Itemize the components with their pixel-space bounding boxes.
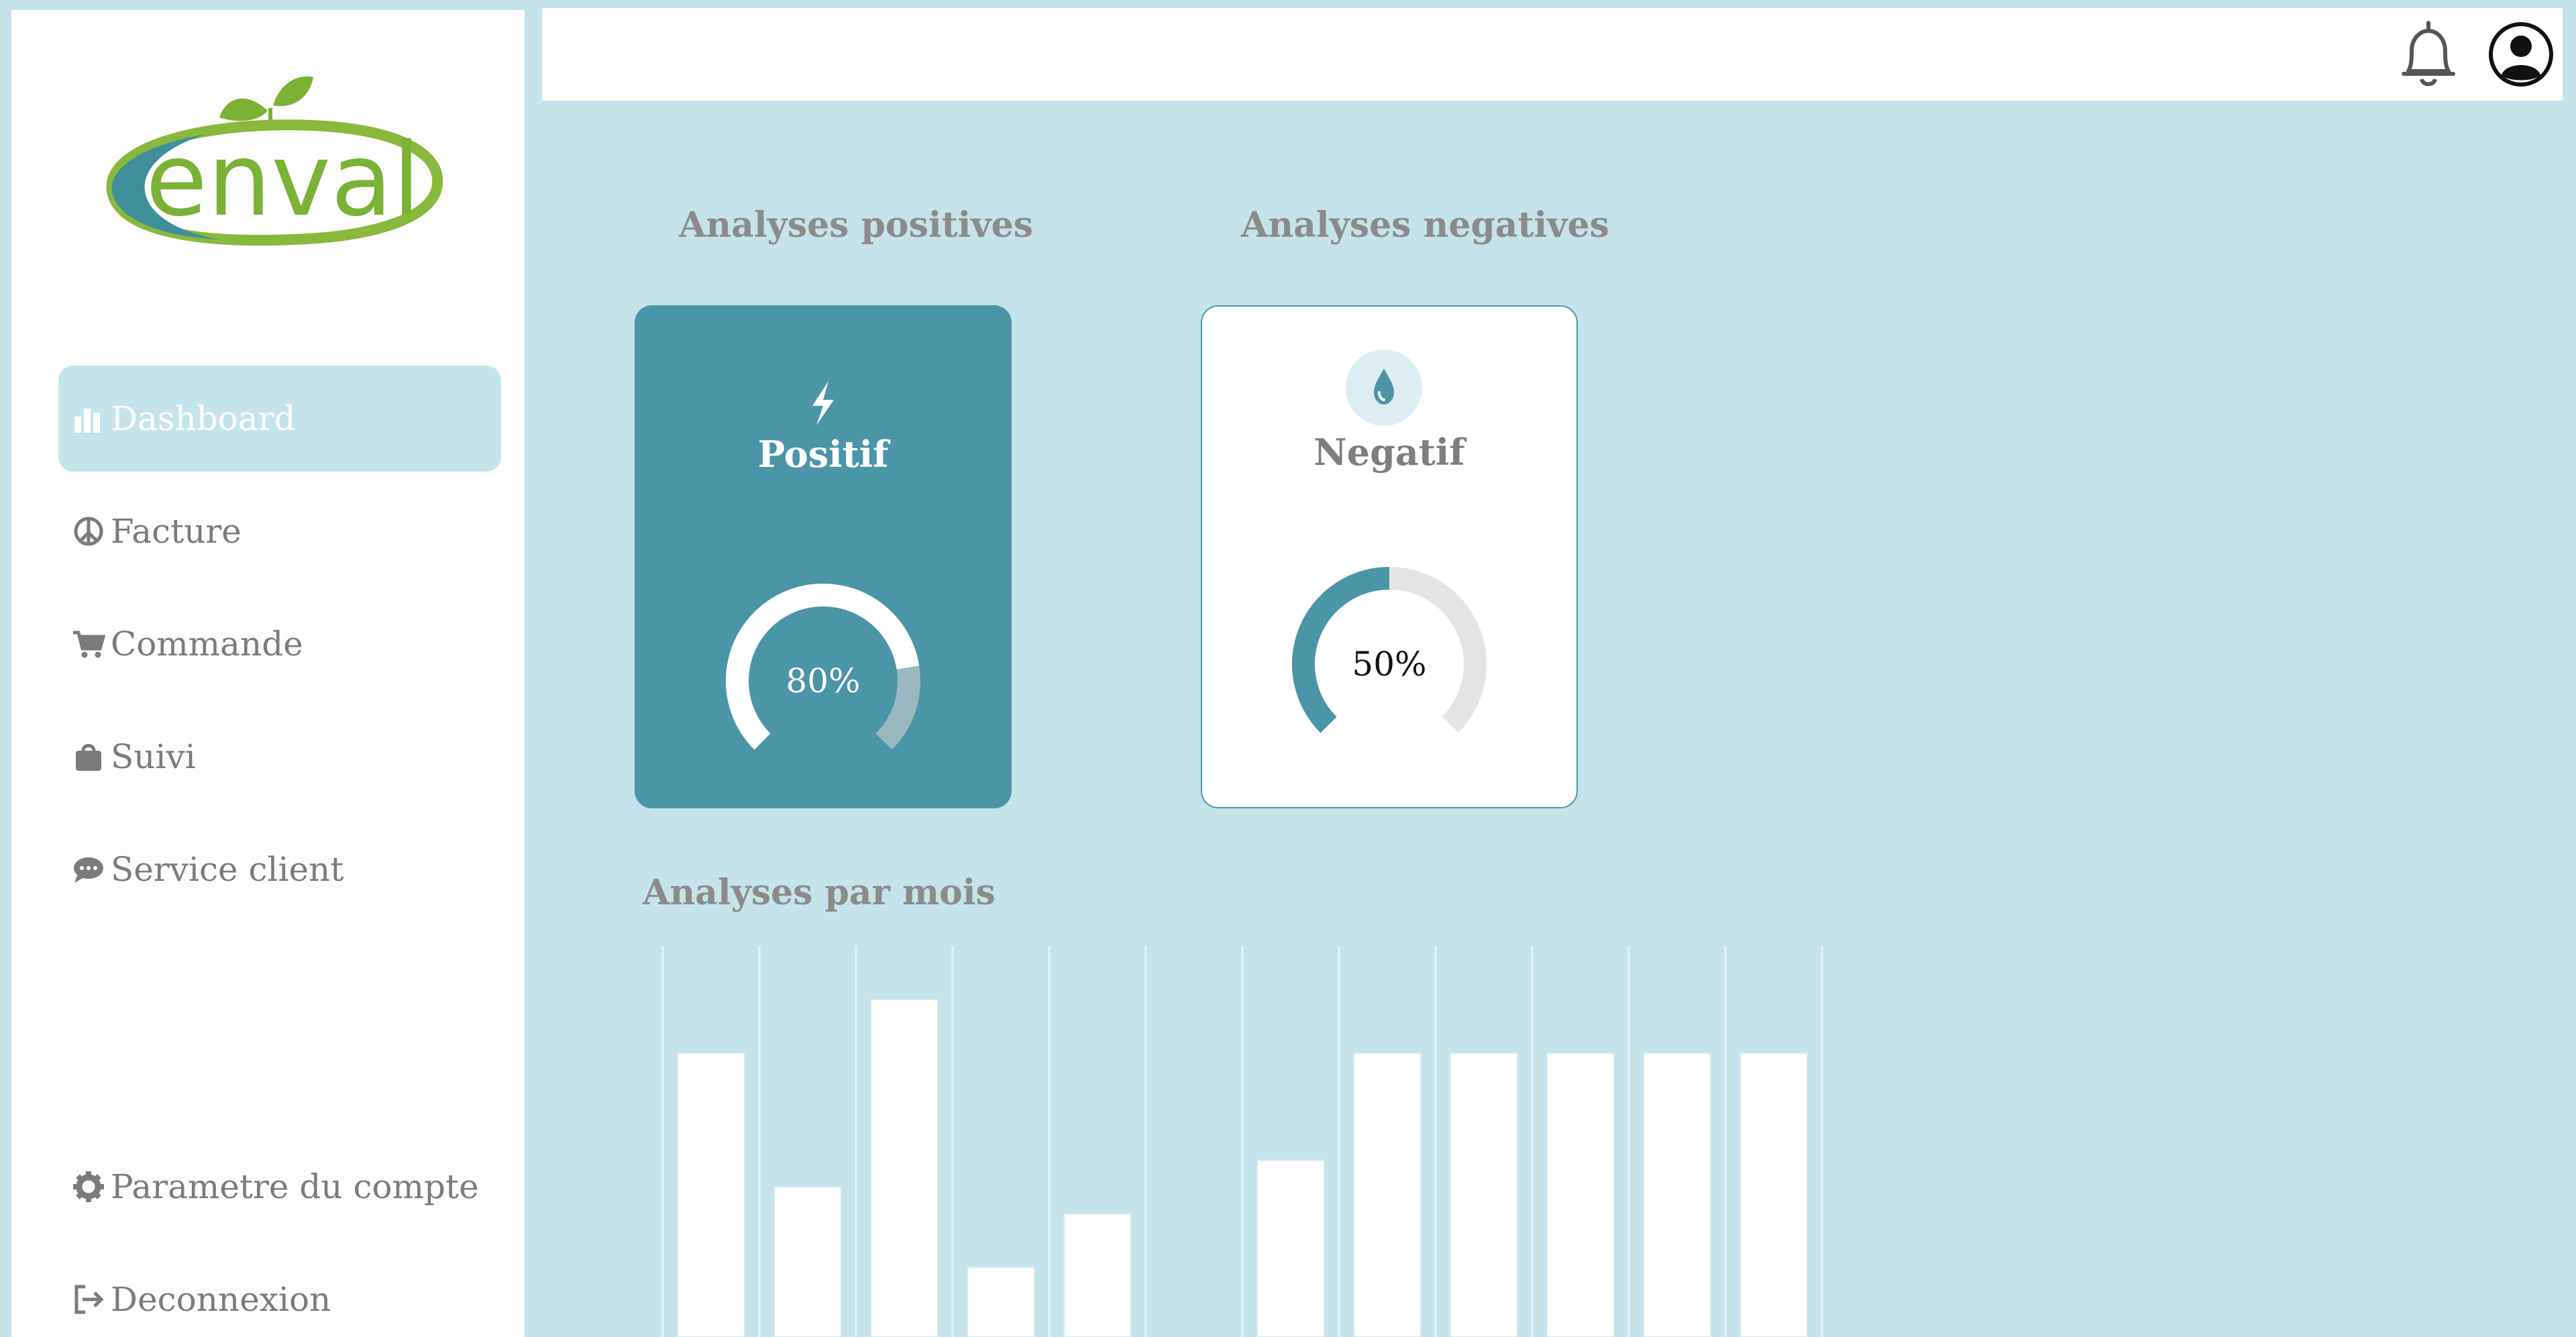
positive-gauge: 80% [702,560,944,802]
chart-bar[interactable] [677,1052,745,1337]
chart-bar[interactable] [1256,1159,1325,1337]
peace-icon [74,517,103,546]
user-avatar-icon[interactable] [2484,17,2558,91]
nav-item-facture[interactable]: Facture [58,478,501,584]
cart-icon [73,631,105,658]
bag-icon [76,744,101,771]
negative-analyses-heading: Analyses negatives [1241,205,1609,246]
logout-icon [74,1285,104,1314]
monthly-analyses-heading: Analyses par mois [643,872,996,913]
nav-label-suivi: Suivi [111,737,196,776]
sidebar: enval Dashboard Facture Commande Suivi S… [11,10,525,1337]
chart-bar[interactable] [967,1267,1035,1337]
nav-label-facture: Facture [111,512,241,551]
nav-label-logout: Deconnexion [111,1280,331,1319]
nav-label-service-client: Service client [111,850,344,889]
droplet-icon-badge [1346,350,1422,426]
chart-bar[interactable] [1739,1052,1808,1337]
chart-bar[interactable] [773,1186,842,1337]
droplet-icon [1374,368,1394,405]
nav-item-suivi[interactable]: Suivi [58,704,501,810]
bar-chart-icon [74,409,100,433]
chart-bar[interactable] [1643,1052,1711,1337]
negative-card-title: Negatif [1313,431,1465,474]
positive-card-title: Positif [757,433,889,476]
nav-item-logout[interactable]: Deconnexion [58,1250,501,1337]
logo-wordmark: enval [146,122,421,239]
chart-bar[interactable] [1450,1052,1518,1337]
negative-gauge: 50% [1269,543,1510,785]
nav-item-service-client[interactable]: Service client [58,816,501,922]
enval-logo[interactable]: enval [92,64,461,265]
top-bar [542,8,2563,101]
positive-gauge-percent: 80% [786,661,861,700]
nav-item-account-settings[interactable]: Parametre du compte [58,1137,501,1236]
logo-leaf-left [219,98,268,121]
monthly-bar-chart-svg [661,946,1823,1337]
app-root: enval Dashboard Facture Commande Suivi S… [0,0,2576,1337]
nav-item-dashboard[interactable]: Dashboard [58,366,501,472]
account-nav: Parametre du compte Deconnexion [58,1137,501,1337]
chart-bar[interactable] [1546,1052,1615,1337]
bolt-icon [812,381,834,425]
chart-bar[interactable] [1353,1052,1421,1337]
negative-gauge-percent: 50% [1352,645,1427,684]
monthly-analyses-chart [644,946,1831,1337]
positive-analyses-heading: Analyses positives [679,205,1033,246]
logo-leaf-right [273,76,313,107]
positive-card[interactable]: Positif 80% [635,305,1012,808]
bell-icon[interactable] [2392,17,2465,91]
main-nav: Dashboard Facture Commande Suivi Service… [58,366,501,929]
nav-label-commande: Commande [111,625,303,663]
chart-bar[interactable] [870,998,938,1337]
negative-card[interactable]: Negatif 50% [1201,305,1578,808]
gear-icon [73,1171,104,1202]
logo-graphic: enval [106,76,443,246]
nav-label-dashboard: Dashboard [111,399,296,438]
nav-item-commande[interactable]: Commande [58,591,501,697]
chart-bar[interactable] [1063,1213,1132,1337]
nav-label-account-settings: Parametre du compte [111,1167,479,1206]
chat-icon [74,857,103,883]
